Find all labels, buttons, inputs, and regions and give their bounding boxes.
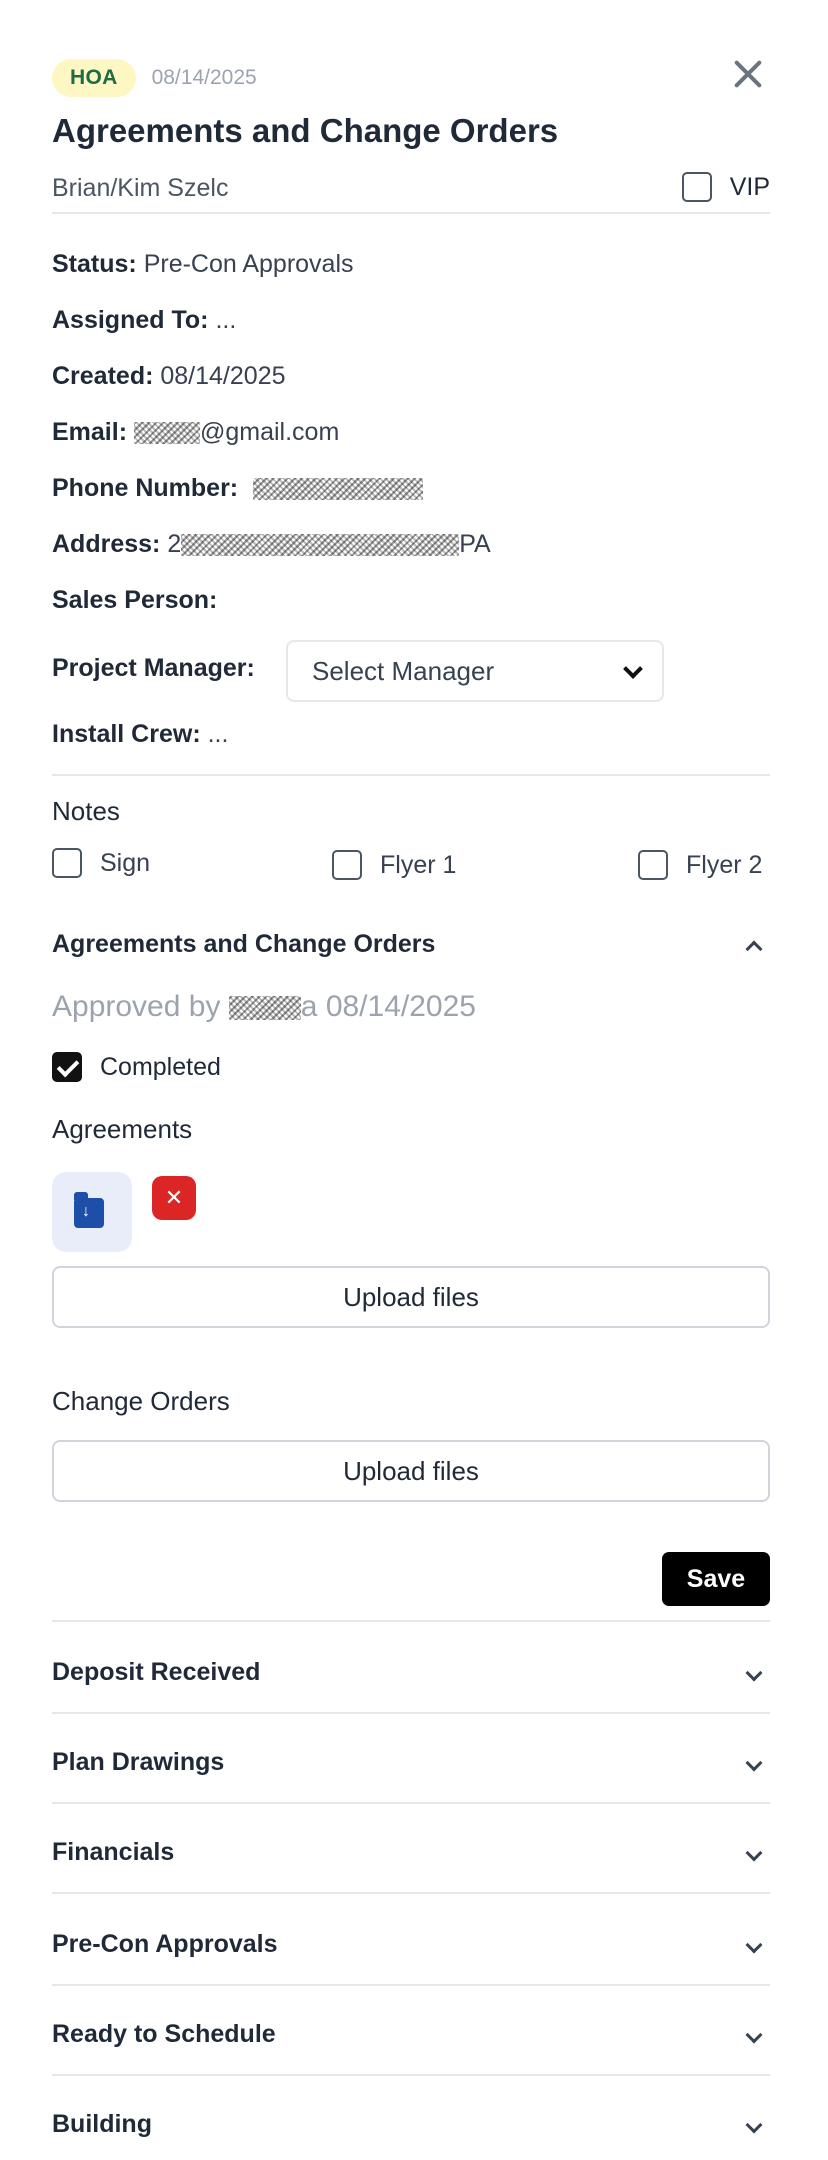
section-title: Financials [52,1838,175,1866]
change-orders-label: Change Orders [52,1386,230,1416]
divider [52,1984,770,1986]
completed-toggle[interactable]: Completed [52,1052,221,1082]
chevron-down-icon [745,1844,763,1861]
section-title: Building [52,2110,152,2138]
vip-toggle[interactable]: VIP [681,172,770,202]
client-name: Brian/Kim Szelc [52,174,229,202]
divider [52,212,770,214]
upload-label: Upload files [343,1455,479,1486]
section-title: Agreements and Change Orders [52,930,436,958]
redacted-text [228,996,301,1021]
close-icon: ✕ [164,1185,184,1210]
created-value: 08/14/2025 [160,362,286,390]
header-date: 08/14/2025 [151,66,257,89]
chevron-down-icon [745,1936,763,1953]
divider [52,1712,770,1714]
header-meta: HOA 08/14/2025 [52,58,257,98]
sales-field: Sales Person: [52,586,217,615]
chevron-down-icon [745,1664,763,1681]
note-option-sign[interactable]: Sign [52,848,150,878]
upload-agreements-button[interactable]: Upload files [52,1266,770,1328]
redacted-text [181,534,460,557]
section-title: Pre-Con Approvals [52,1930,278,1958]
note-option-label: Flyer 2 [686,850,763,879]
email-field: Email: @gmail.com [52,418,339,447]
chevron-down-icon [745,2116,763,2133]
upload-change-orders-button[interactable]: Upload files [52,1440,770,1502]
chevron-down-icon [623,659,643,679]
section-header-agreements[interactable]: Agreements and Change Orders [52,930,770,959]
created-label: Created: [52,362,154,390]
save-button[interactable]: Save [662,1552,770,1606]
phone-label: Phone Number: [52,474,239,502]
note-option-label: Sign [100,848,151,877]
email-label: Email: [52,418,128,446]
redacted-text [133,422,200,445]
section-header-building[interactable]: Building [52,2110,770,2139]
pm-select-value: Select Manager [312,655,495,686]
chevron-down-icon [745,1754,763,1771]
crew-value: ... [207,720,229,748]
section-header-pre-con-approvals[interactable]: Pre-Con Approvals [52,1930,770,1959]
stage-tag: HOA [52,59,136,97]
project-manager-select[interactable]: Select Manager [286,640,664,702]
chevron-up-icon [745,940,763,957]
note-checkbox[interactable] [638,850,668,880]
section-title: Ready to Schedule [52,2020,276,2048]
notes-title: Notes [52,796,120,826]
pm-label: Project Manager: [52,654,255,682]
approval-note: Approved by a 08/14/2025 [52,990,476,1024]
chevron-down-icon [745,2026,763,2043]
divider [52,1620,770,1622]
crew-label: Install Crew: [52,720,201,748]
section-header-plan-drawings[interactable]: Plan Drawings [52,1748,770,1777]
assigned-value: ... [215,306,237,334]
section-header-financials[interactable]: Financials [52,1838,770,1867]
section-title: Plan Drawings [52,1748,225,1776]
delete-file-button[interactable]: ✕ [152,1176,196,1220]
phone-field: Phone Number: [52,474,424,503]
status-field: Status: Pre-Con Approvals [52,250,354,279]
section-header-deposit-received[interactable]: Deposit Received [52,1658,770,1687]
address-label: Address: [52,530,161,558]
approved-suffix: a 08/14/2025 [300,990,476,1023]
email-value: @gmail.com [199,418,340,446]
detail-panel: HOA 08/14/2025 Agreements and Change Ord… [52,0,770,2160]
address-suffix: PA [459,530,491,558]
crew-field: Install Crew: ... [52,720,228,749]
note-option-flyer-1[interactable]: Flyer 1 [332,850,456,880]
vip-label: VIP [729,172,770,201]
completed-label: Completed [100,1052,221,1081]
note-option-flyer-2[interactable]: Flyer 2 [638,850,762,880]
completed-checkbox[interactable] [52,1052,82,1082]
page-title: Agreements and Change Orders [52,112,559,149]
divider [52,2074,770,2076]
section-header-ready-to-schedule[interactable]: Ready to Schedule [52,2020,770,2049]
created-field: Created: 08/14/2025 [52,362,286,391]
file-thumbnail[interactable] [52,1172,132,1252]
status-value: Pre-Con Approvals [143,250,354,278]
divider [52,1892,770,1894]
divider [52,1802,770,1804]
vip-checkbox[interactable] [681,172,712,202]
file-download-icon [74,1192,104,1228]
divider [52,774,770,776]
address-prefix: 2 [167,530,182,558]
approved-prefix: Approved by [52,990,221,1023]
assigned-label: Assigned To: [52,306,209,334]
upload-label: Upload files [343,1281,479,1312]
note-option-label: Flyer 1 [380,850,457,879]
agreements-label: Agreements [52,1114,193,1144]
address-field: Address: 2 PA [52,530,491,559]
status-label: Status: [52,250,137,278]
sales-label: Sales Person: [52,586,218,614]
section-title: Deposit Received [52,1658,261,1686]
note-checkbox[interactable] [332,850,362,880]
assigned-field: Assigned To: ... [52,306,236,335]
redacted-text [253,478,424,501]
close-icon[interactable] [726,52,770,96]
note-checkbox[interactable] [52,848,82,878]
pm-field: Project Manager: [52,654,255,683]
